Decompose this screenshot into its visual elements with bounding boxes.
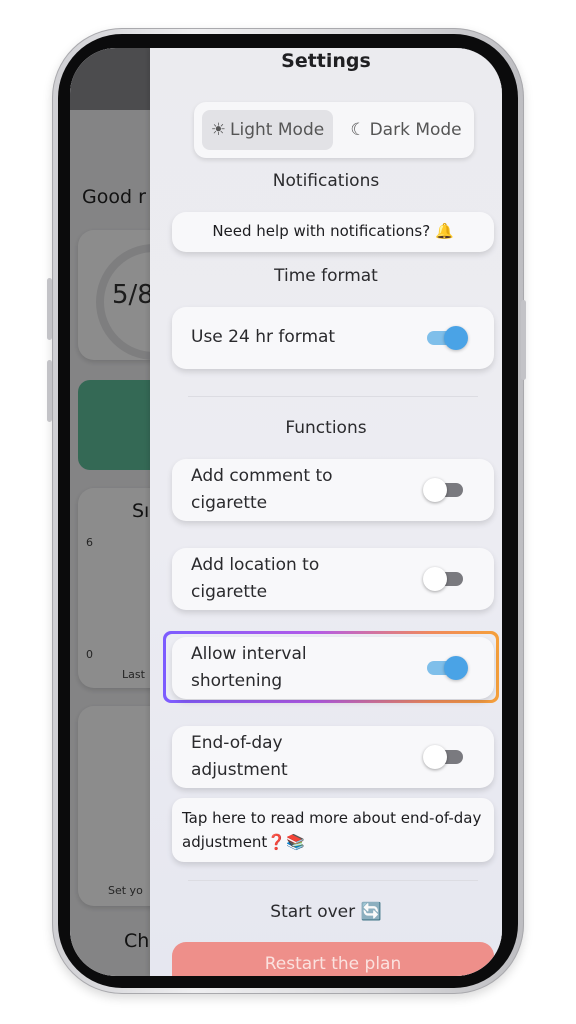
notifications-heading: Notifications bbox=[272, 171, 380, 191]
settings-panel: Settings ☀ Light Mode ☾ Dark Mode Notifica… bbox=[150, 48, 502, 976]
end-of-day-option-card: End-of-day adjustment bbox=[172, 726, 494, 788]
dark-mode-option[interactable]: ☾ Dark Mode bbox=[344, 110, 468, 150]
comment-toggle[interactable] bbox=[423, 478, 463, 502]
time-format-heading: Time format bbox=[274, 266, 378, 286]
location-option-card: Add location to cigarette bbox=[172, 548, 494, 610]
power-button bbox=[521, 300, 526, 380]
end-of-day-option-label: End-of-day adjustment bbox=[191, 730, 288, 784]
notifications-help-label: Need help with notifications? 🔔 bbox=[212, 222, 454, 240]
toggle-knob bbox=[423, 567, 447, 591]
theme-switcher: ☀ Light Mode ☾ Dark Mode bbox=[194, 102, 474, 158]
location-label-line1: Add location to bbox=[191, 555, 320, 575]
comment-option-label: Add comment to cigarette bbox=[191, 463, 333, 517]
moon-icon: ☾ bbox=[350, 120, 366, 140]
time-format-toggle[interactable] bbox=[427, 326, 468, 350]
settings-title: Settings bbox=[281, 50, 371, 72]
location-toggle[interactable] bbox=[423, 567, 463, 591]
location-option-label: Add location to cigarette bbox=[191, 552, 319, 606]
comment-label-line1: Add comment to bbox=[191, 466, 333, 486]
restart-plan-button[interactable]: Restart the plan bbox=[172, 942, 494, 976]
notifications-help-button[interactable]: Need help with notifications? 🔔 bbox=[172, 212, 494, 252]
restart-plan-label: Restart the plan bbox=[264, 954, 402, 974]
volume-up-button bbox=[47, 278, 52, 340]
section-divider bbox=[188, 880, 478, 881]
toggle-knob bbox=[423, 478, 447, 502]
functions-heading: Functions bbox=[285, 418, 367, 438]
end-of-day-label-line2: adjustment bbox=[191, 760, 288, 780]
interval-toggle[interactable] bbox=[427, 656, 468, 680]
interval-option-card: Allow interval shortening bbox=[172, 637, 494, 699]
interval-label-line2: shortening bbox=[191, 671, 283, 691]
end-of-day-label-line1: End-of-day bbox=[191, 733, 283, 753]
start-over-heading: Start over 🔄 bbox=[270, 902, 382, 922]
end-of-day-toggle[interactable] bbox=[423, 745, 463, 769]
dark-mode-label: Dark Mode bbox=[369, 120, 462, 140]
interval-label-line1: Allow interval bbox=[191, 644, 307, 664]
toggle-knob bbox=[423, 745, 447, 769]
end-of-day-info-button[interactable]: Tap here to read more about end-of-day a… bbox=[172, 798, 494, 862]
comment-label-line2: cigarette bbox=[191, 493, 268, 513]
phone-screen: Good r 5/8 Sı 6 0 Last Set yo Ch Setting… bbox=[70, 48, 502, 976]
light-mode-label: Light Mode bbox=[230, 120, 325, 140]
location-label-line2: cigarette bbox=[191, 582, 268, 602]
sun-icon: ☀ bbox=[210, 120, 227, 140]
end-of-day-info-text: Tap here to read more about end-of-day a… bbox=[182, 809, 482, 851]
comment-option-card: Add comment to cigarette bbox=[172, 459, 494, 521]
section-divider bbox=[188, 396, 478, 397]
light-mode-option[interactable]: ☀ Light Mode bbox=[202, 110, 333, 150]
toggle-knob bbox=[444, 656, 468, 680]
time-format-label: Use 24 hr format bbox=[191, 327, 336, 347]
volume-down-button bbox=[47, 360, 52, 422]
interval-option-label: Allow interval shortening bbox=[191, 641, 307, 695]
toggle-knob bbox=[444, 326, 468, 350]
time-format-card: Use 24 hr format bbox=[172, 307, 494, 369]
